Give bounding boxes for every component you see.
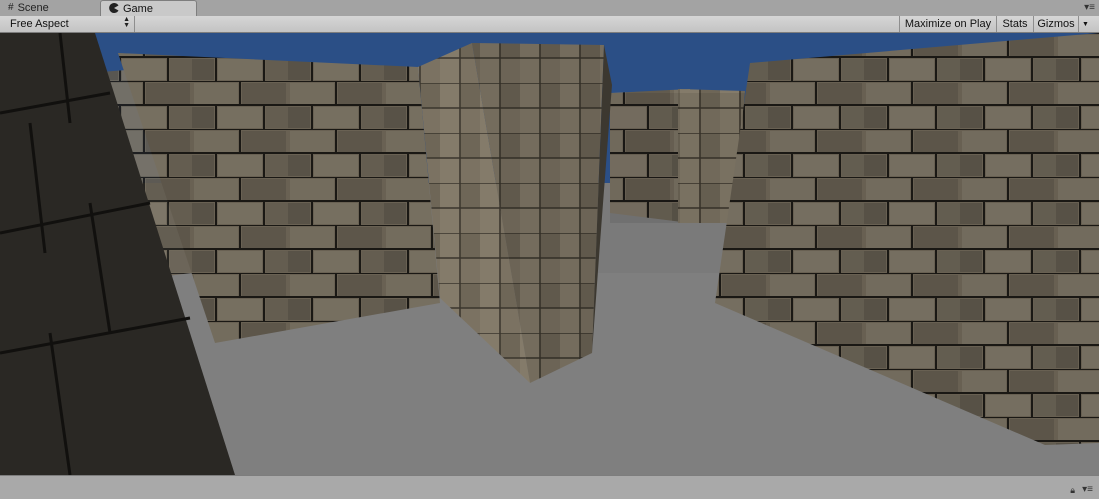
- gizmos-label: Gizmos: [1037, 18, 1075, 30]
- pacman-icon: [109, 2, 119, 16]
- maximize-on-play-label: Maximize on Play: [904, 18, 992, 30]
- aspect-dropdown[interactable]: Free Aspect ▲ ▼: [0, 16, 135, 32]
- tab-game-label: Game: [123, 3, 153, 15]
- game-toolbar: Free Aspect ▲ ▼ Maximize on Play Stats Gi…: [0, 16, 1099, 33]
- gizmos-dropdown-icon[interactable]: ▼: [1078, 16, 1092, 32]
- panel-menu-icon-bottom[interactable]: ▾≡: [1082, 484, 1093, 495]
- tab-bar: # Scene Game ▾≡: [0, 0, 1099, 17]
- tab-scene[interactable]: # Scene: [0, 0, 96, 16]
- far-wall-center-shade: [610, 93, 745, 223]
- maximize-on-play-button[interactable]: Maximize on Play: [899, 16, 996, 32]
- updown-arrows-icon: ▲ ▼: [123, 16, 130, 29]
- tab-game[interactable]: Game: [100, 0, 197, 17]
- lock-icon[interactable]: 🔒︎: [1070, 485, 1075, 496]
- gizmos-button[interactable]: Gizmos: [1033, 16, 1078, 32]
- tab-scene-label: Scene: [17, 2, 49, 14]
- game-viewport[interactable]: [0, 33, 1099, 476]
- grid-icon: #: [8, 2, 14, 13]
- status-bar: 🔒︎ ▾≡: [0, 476, 1099, 499]
- panel-menu-icon[interactable]: ▾≡: [1084, 2, 1095, 13]
- aspect-label: Free Aspect: [10, 18, 69, 30]
- game-scene: [0, 33, 1099, 475]
- stats-label: Stats: [1002, 18, 1028, 30]
- stats-button[interactable]: Stats: [996, 16, 1033, 32]
